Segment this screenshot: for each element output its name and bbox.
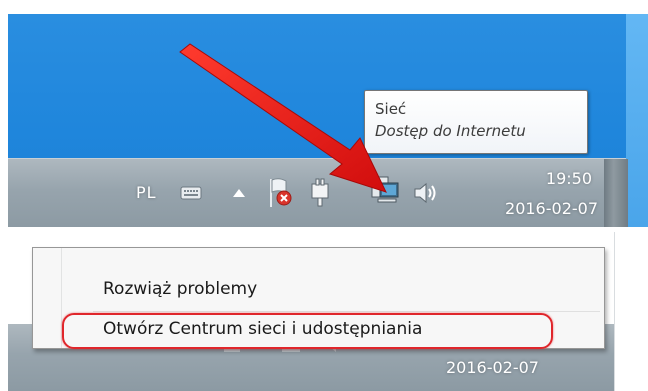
red-arrow-annotation	[179, 43, 387, 193]
menu-separator	[93, 311, 600, 312]
panel-edge	[614, 232, 648, 391]
menu-item-troubleshoot[interactable]: Rozwiąż problemy	[103, 279, 257, 299]
clock-date-partial: 2016-02-07	[446, 358, 539, 377]
desktop-area: Sieć Dostęp do Internetu PL 19:50 2016-0…	[8, 14, 648, 227]
context-menu-screenshot: 2016-02-07	[0, 232, 648, 391]
highlight-ring-annotation	[62, 313, 553, 349]
